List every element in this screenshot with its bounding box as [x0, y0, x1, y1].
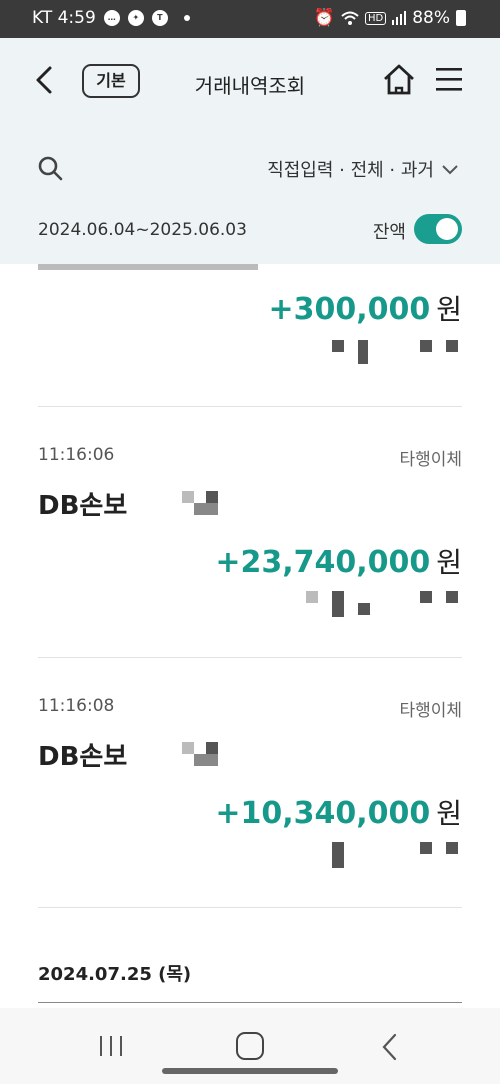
transaction-list: +300,000 원 11:16:06 타행이체 DB손보 +23,740,000… — [0, 264, 500, 1008]
home-nav-icon[interactable] — [236, 1032, 264, 1060]
back-nav-icon[interactable] — [380, 1032, 400, 1062]
transaction-type: 타행이체 — [399, 450, 462, 470]
masked-name — [206, 742, 218, 754]
balance-toggle[interactable] — [414, 214, 462, 244]
filter-label: 직접입력 · 전체 · 과거 — [267, 160, 434, 181]
transaction-amount: +300,000 원 — [268, 292, 462, 327]
masked-memo — [420, 340, 432, 352]
status-right: ⏰ HD 88% — [314, 8, 466, 28]
masked-memo — [358, 603, 370, 615]
menu-icon[interactable] — [434, 64, 464, 94]
hd-icon: HD — [364, 11, 387, 25]
alarm-icon: ⏰ — [313, 8, 335, 28]
page-title: 거래내역조회 — [194, 74, 306, 98]
masked-name — [194, 503, 218, 515]
transaction-name: DB손보 — [38, 742, 128, 772]
chevron-down-icon — [442, 165, 458, 175]
transaction-name: DB손보 — [38, 491, 128, 521]
transaction-time: 11:16:06 — [38, 445, 115, 465]
masked-memo — [420, 842, 432, 854]
masked-memo — [420, 591, 432, 603]
masked-name-remnant — [38, 264, 258, 270]
date-group-header: 2024.07.25 (목) — [38, 964, 192, 985]
talk-notification-icon: T — [151, 10, 168, 26]
header: 기본 거래내역조회 직접입력 · 전체 · 과거 2024.06.04~2025… — [0, 38, 500, 264]
transaction-item[interactable]: 11:16:08 타행이체 DB손보 +10,340,000 원 — [38, 658, 462, 908]
masked-memo — [446, 842, 458, 854]
transaction-item[interactable]: +300,000 원 — [38, 264, 462, 406]
signal-icon — [392, 11, 407, 25]
masked-name — [194, 754, 218, 766]
status-bar: KT 4:59 … ✦ T ⏰ HD 88% — [0, 0, 500, 38]
back-button[interactable] — [28, 60, 62, 100]
divider — [38, 907, 462, 908]
transaction-item[interactable]: 11:16:06 타행이체 DB손보 +23,740,000 원 — [38, 407, 462, 657]
recent-apps-icon[interactable] — [98, 1034, 124, 1058]
system-nav-bar — [0, 1008, 500, 1084]
transaction-type: 타행이체 — [399, 701, 462, 721]
mode-badge-button[interactable]: 기본 — [82, 64, 140, 98]
transaction-amount: +23,740,000 원 — [215, 545, 462, 580]
masked-name — [206, 491, 218, 503]
masked-memo — [306, 591, 318, 603]
carrier-time: KT 4:59 — [32, 8, 96, 28]
masked-memo — [446, 591, 458, 603]
chat-notification-icon: … — [103, 10, 120, 26]
gesture-handle[interactable] — [162, 1068, 338, 1074]
divider — [38, 1002, 462, 1003]
masked-memo — [446, 340, 458, 352]
date-range: 2024.06.04~2025.06.03 — [38, 220, 247, 240]
masked-memo — [332, 591, 344, 617]
masked-memo — [332, 842, 344, 868]
battery-percent: 88% — [412, 8, 450, 28]
masked-memo — [358, 340, 368, 364]
more-notifications-icon — [183, 15, 190, 21]
leaf-notification-icon: ✦ — [127, 10, 144, 26]
masked-name — [182, 491, 194, 503]
balance-label: 잔액 — [372, 222, 406, 243]
filter-dropdown[interactable]: 직접입력 · 전체 · 과거 — [267, 156, 460, 182]
wifi-icon — [341, 11, 359, 25]
transaction-time: 11:16:08 — [38, 696, 115, 716]
masked-memo — [332, 340, 344, 352]
search-icon[interactable] — [36, 154, 64, 182]
transaction-amount: +10,340,000 원 — [215, 796, 462, 831]
masked-name — [182, 742, 194, 754]
home-icon[interactable] — [382, 62, 416, 98]
battery-icon — [456, 10, 466, 26]
status-left: KT 4:59 … ✦ T — [32, 8, 190, 28]
toggle-knob — [436, 218, 458, 240]
